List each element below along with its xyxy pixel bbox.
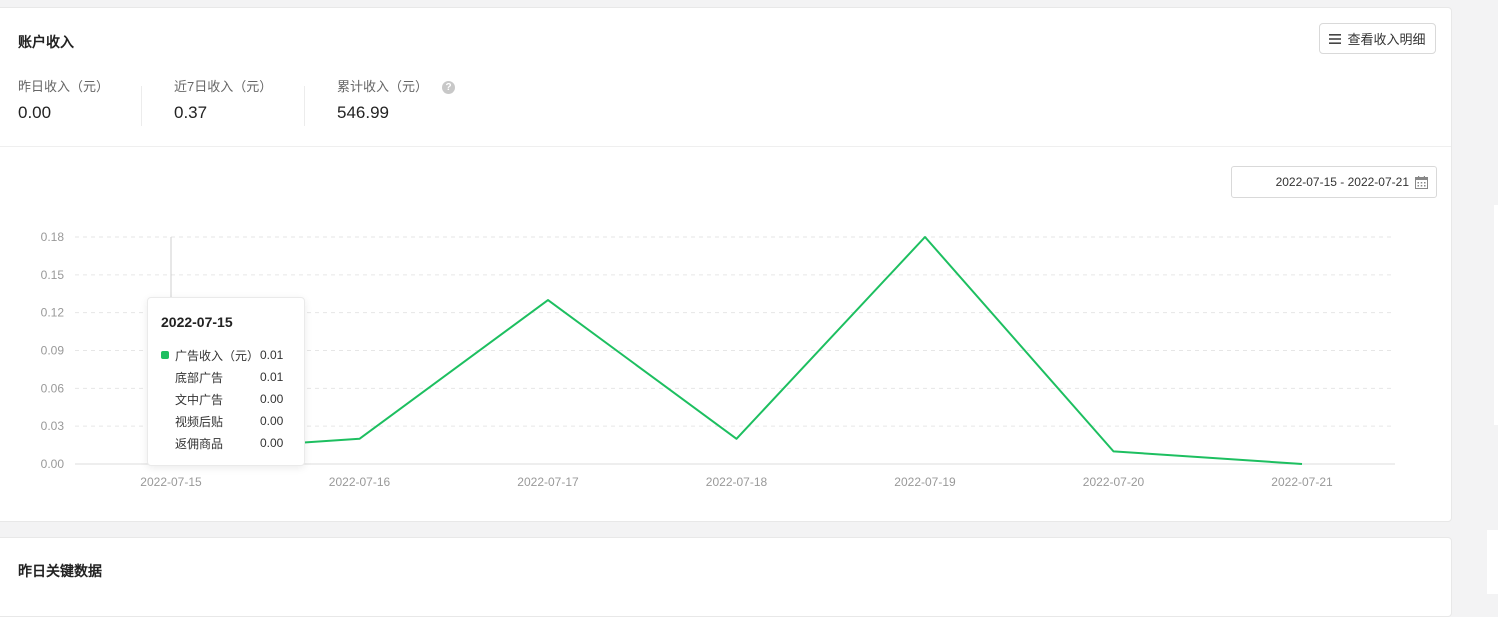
tooltip-row-value: 0.01: [260, 348, 284, 362]
y-tick-label: 0.18: [41, 230, 65, 244]
tooltip-date: 2022-07-15: [161, 314, 233, 330]
key-data-card: 昨日关键数据: [0, 537, 1452, 617]
tooltip-row-video-post: 视频后贴 0.00: [161, 410, 292, 432]
chart-tooltip: 2022-07-15 广告收入（元） 0.01 底部广告 0.01 文中广告 0…: [147, 297, 305, 466]
y-tick-label: 0.00: [41, 457, 65, 471]
y-tick-label: 0.09: [41, 344, 65, 358]
side-panel-edge: [1494, 205, 1498, 425]
side-panel-edge: [1487, 530, 1498, 594]
chart-y-ticks: 0.00 0.03 0.06 0.09 0.12 0.15 0.18: [41, 230, 65, 471]
x-tick-label: 2022-07-21: [1271, 475, 1333, 489]
tooltip-row-label: 视频后贴: [175, 414, 224, 429]
tooltip-row-commission-goods: 返佣商品 0.00: [161, 432, 292, 454]
x-tick-label: 2022-07-18: [706, 475, 768, 489]
tooltip-row-label: 底部广告: [175, 370, 224, 385]
y-tick-label: 0.15: [41, 268, 65, 282]
tooltip-row-bottom-ad: 底部广告 0.01: [161, 366, 292, 388]
tooltip-row-label: 广告收入（元）: [175, 348, 260, 363]
tooltip-row-value: 0.01: [260, 370, 284, 384]
tooltip-row-value: 0.00: [260, 392, 284, 406]
y-tick-label: 0.03: [41, 419, 65, 433]
x-tick-label: 2022-07-15: [140, 475, 202, 489]
x-tick-label: 2022-07-19: [894, 475, 956, 489]
x-tick-label: 2022-07-20: [1083, 475, 1145, 489]
chart-x-ticks: 2022-07-15 2022-07-16 2022-07-17 2022-07-18…: [140, 475, 1333, 489]
x-tick-label: 2022-07-17: [517, 475, 579, 489]
tooltip-row-inline-ad: 文中广告 0.00: [161, 388, 292, 410]
series-color-dot: [161, 351, 169, 359]
key-data-title: 昨日关键数据: [18, 563, 102, 579]
tooltip-row-ad-income: 广告收入（元） 0.01: [161, 344, 292, 366]
tooltip-row-label: 文中广告: [175, 392, 224, 407]
x-tick-label: 2022-07-16: [329, 475, 391, 489]
y-tick-label: 0.06: [41, 381, 65, 395]
tooltip-row-value: 0.00: [260, 436, 284, 450]
tooltip-row-label: 返佣商品: [175, 436, 224, 451]
tooltip-row-value: 0.00: [260, 414, 284, 428]
y-tick-label: 0.12: [41, 306, 65, 320]
